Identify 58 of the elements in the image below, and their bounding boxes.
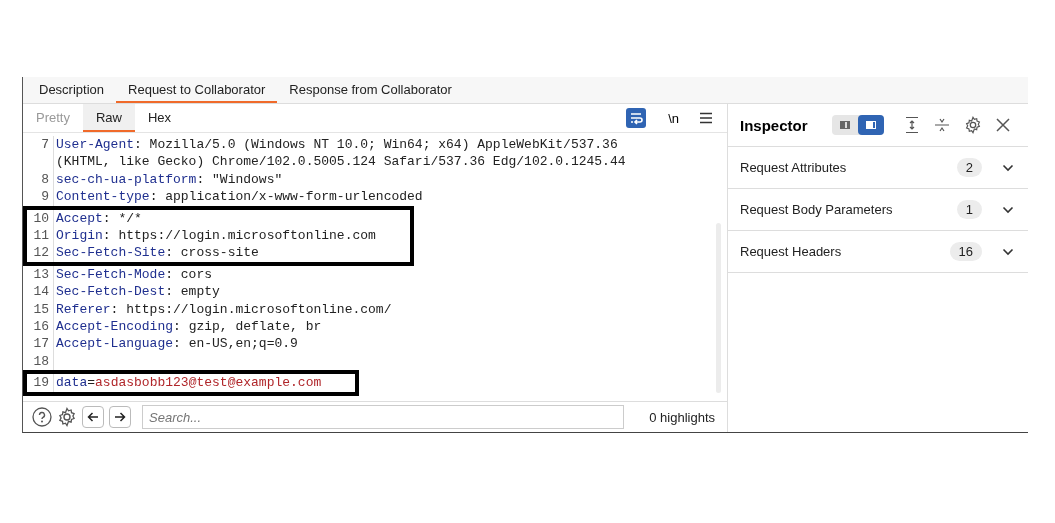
header-line: Sec-Fetch-Dest: empty xyxy=(55,283,220,301)
line-number: 18 xyxy=(27,352,54,371)
tab[interactable]: Response from Collaborator xyxy=(277,77,464,103)
line-number: 7 xyxy=(27,136,54,171)
menu-icon[interactable] xyxy=(699,112,713,124)
highlights-count: 0 highlights xyxy=(649,409,715,425)
chevron-icon[interactable] xyxy=(1002,205,1014,214)
left-arrow-icon xyxy=(87,411,99,423)
inspector-title: Inspector xyxy=(740,116,808,134)
line-number: 11 xyxy=(27,227,54,245)
chevron-icon[interactable] xyxy=(1002,163,1014,172)
line-number: 14 xyxy=(27,283,54,301)
line-number: 17 xyxy=(27,335,54,353)
inspector-section[interactable]: Request Headers 16 xyxy=(728,231,1028,273)
tab[interactable]: Request to Collaborator xyxy=(116,77,278,103)
count-badge: 16 xyxy=(949,242,982,261)
settings-icon[interactable] xyxy=(963,116,982,134)
view-tab[interactable]: Hex xyxy=(135,104,185,132)
line-number: 10 xyxy=(27,209,54,228)
expand-all-icon[interactable] xyxy=(903,116,920,134)
forward-button[interactable] xyxy=(109,406,131,428)
header-line: sec-ch-ua-platform: "Windows" xyxy=(55,170,283,189)
count-badge: 2 xyxy=(956,158,982,177)
view-tab[interactable]: Raw xyxy=(82,104,135,132)
header-line: Sec-Fetch-Mode: cors xyxy=(55,265,213,284)
panel-bottom-icon xyxy=(838,120,851,130)
chevron-icon[interactable] xyxy=(1002,247,1014,256)
panel-side-icon xyxy=(864,120,877,130)
line-number: 13 xyxy=(27,265,54,284)
tab[interactable]: Description xyxy=(27,77,117,103)
header-line: Content-type: application/x-www-form-urlencoded xyxy=(55,188,423,206)
header-line: Accept-Language: en-US,en;q=0.9 xyxy=(55,335,298,353)
line-number: 12 xyxy=(27,244,54,262)
header-line: Sec-Fetch-Site: cross-site xyxy=(55,244,259,262)
close-icon[interactable] xyxy=(995,118,1010,132)
line-number: 8 xyxy=(27,170,54,189)
back-button[interactable] xyxy=(82,406,104,428)
collapse-all-icon[interactable] xyxy=(933,116,950,134)
count-badge: 1 xyxy=(956,200,982,219)
line-number: 9 xyxy=(27,188,54,206)
inspector-section[interactable]: Request Attributes 2 xyxy=(728,147,1028,189)
right-arrow-icon xyxy=(114,411,126,423)
header-line: Origin: https://login.microsoftonline.com xyxy=(55,227,376,245)
header-line: User-Agent: Mozilla/5.0 (Windows NT 10.0; Win64; x64) AppleWebKit/537.36 (KHTML, like Gecko) Chrome/102.0.5005.124 Safari/537.36 Edg/102.0.1245.44 xyxy=(55,136,627,171)
wrap-icon[interactable] xyxy=(626,108,647,128)
line-number: 19 xyxy=(27,374,54,392)
help-icon[interactable] xyxy=(32,407,52,427)
header-line: Accept: */* xyxy=(55,209,142,228)
side-layout-button[interactable] xyxy=(857,115,884,135)
line-number: 16 xyxy=(27,318,54,336)
header-line: Accept-Encoding: gzip, deflate, br xyxy=(55,318,322,336)
body-parameter: data=asdasbobb123@test@example.com xyxy=(55,374,322,392)
header-line: Referer: https://login.microsoftonline.com/ xyxy=(55,300,392,319)
newline-toggle[interactable]: \n xyxy=(662,109,685,127)
settings-icon[interactable] xyxy=(57,407,77,427)
line-number: 15 xyxy=(27,300,54,319)
search-field[interactable]: Search... xyxy=(142,405,625,429)
inspector-section[interactable]: Request Body Parameters 1 xyxy=(728,189,1028,231)
